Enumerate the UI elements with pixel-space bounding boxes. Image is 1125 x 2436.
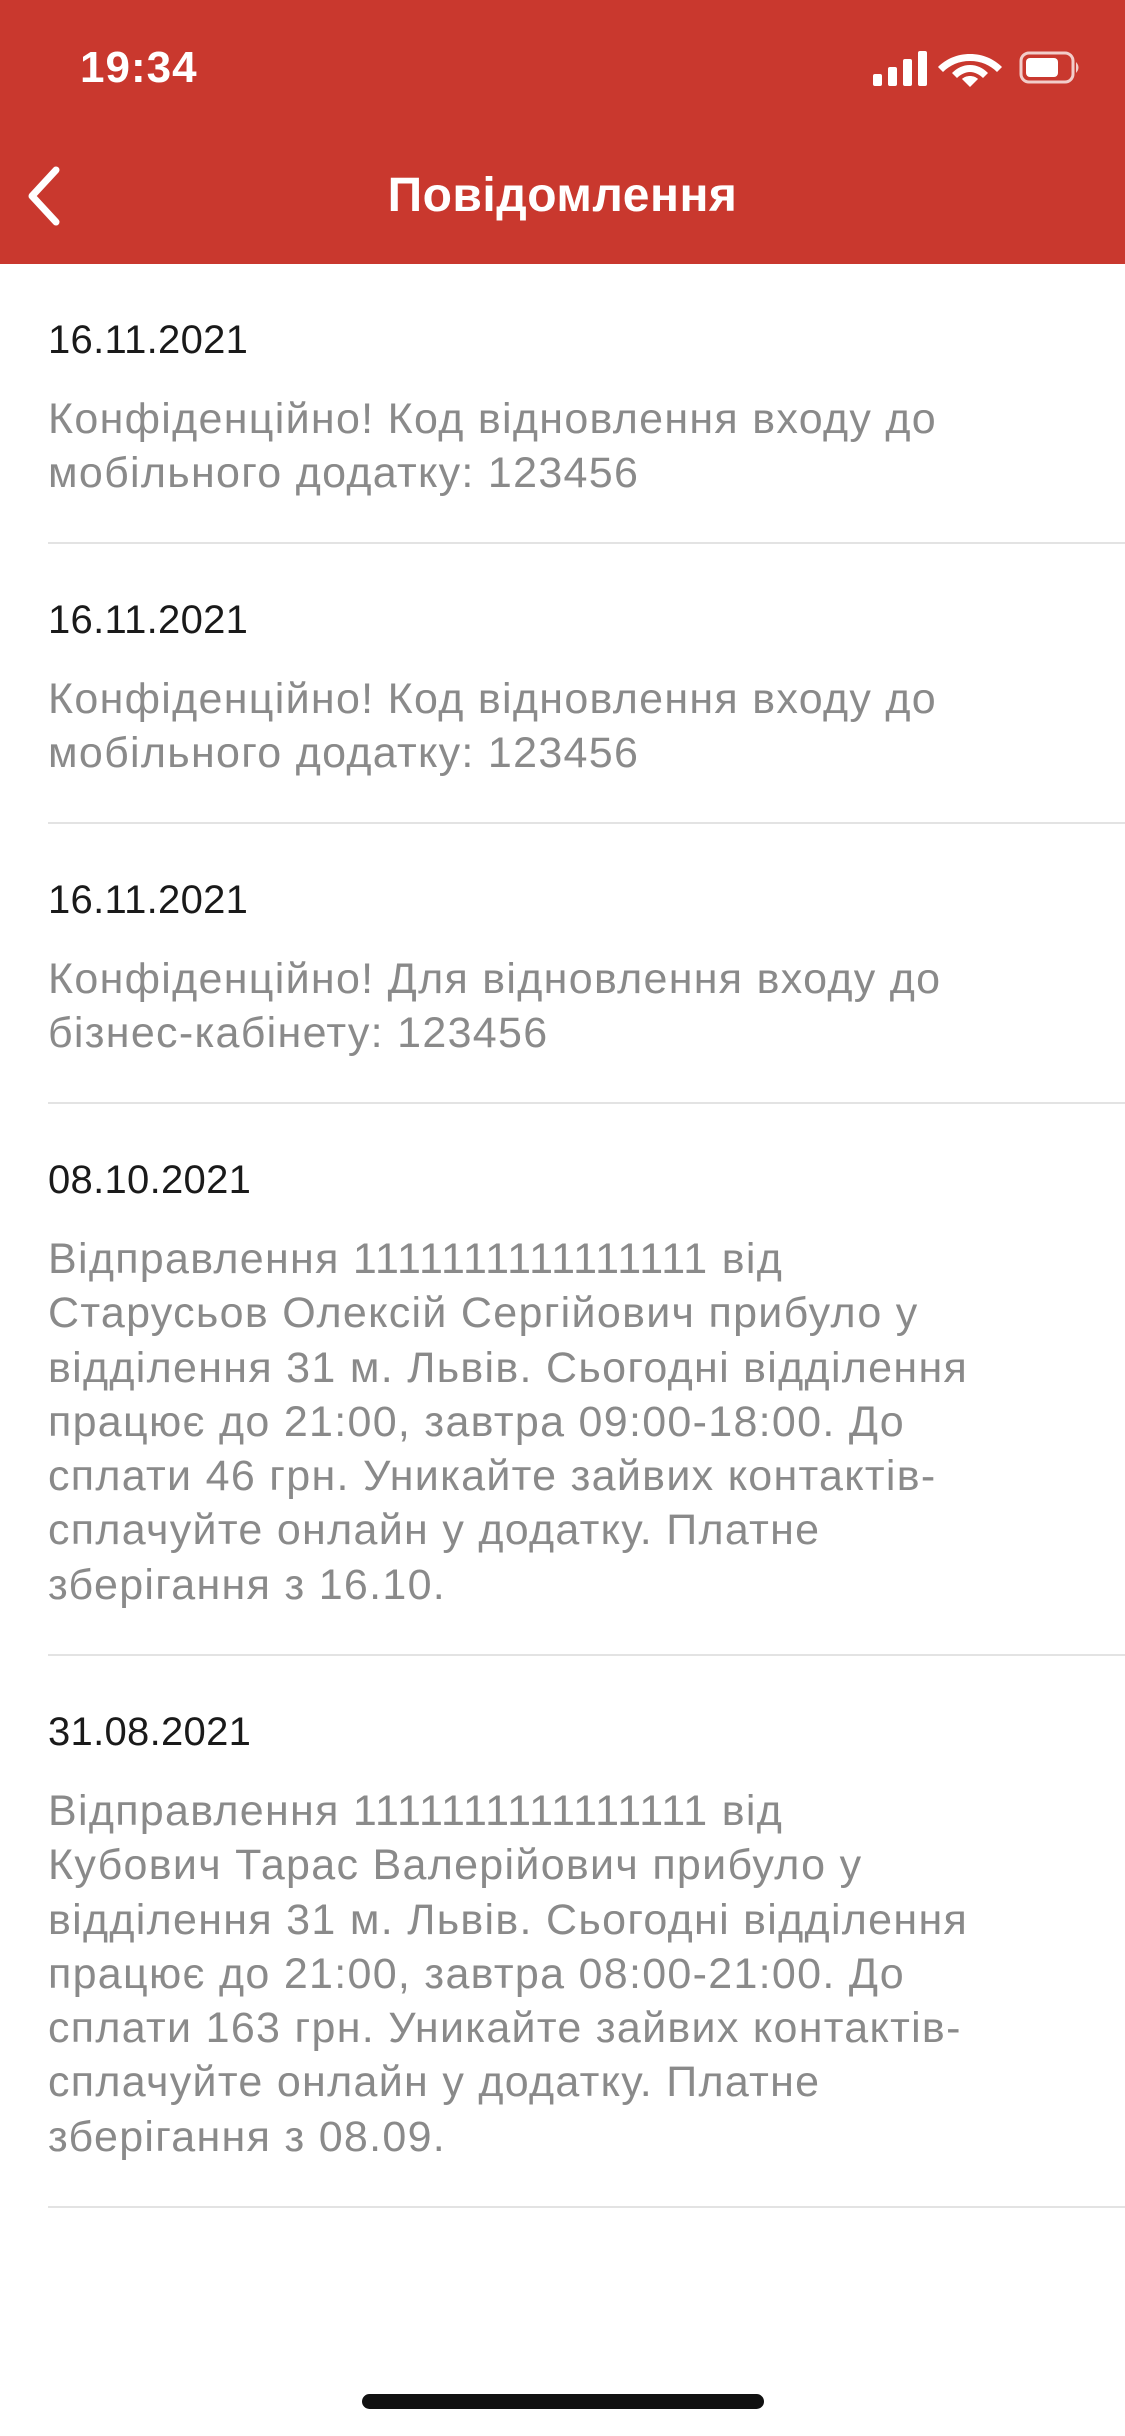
status-icons — [873, 51, 1079, 87]
list-item[interactable]: 08.10.2021 Відправлення 1111111111111111… — [48, 1104, 1125, 1656]
message-text: Конфіденційно! Код відновлення входу до … — [48, 395, 938, 498]
message-date: 31.08.2021 — [48, 1710, 252, 1754]
list-item[interactable]: 16.11.2021 Конфіденційно! Код відновленн… — [48, 544, 1125, 824]
app-header: 19:34 Повідомлення — [0, 0, 1125, 264]
message-text: Відправлення 1111111111111111 від Старус… — [48, 1235, 969, 1609]
message-date: 16.11.2021 — [48, 598, 249, 642]
battery-icon — [1019, 51, 1079, 84]
messages-list: 16.11.2021 Конфіденційно! Код відновленн… — [0, 264, 1125, 2208]
cellular-signal-icon — [873, 51, 927, 86]
wifi-icon — [938, 54, 1002, 87]
list-item[interactable]: 16.11.2021 Конфіденційно! Код відновленн… — [48, 264, 1125, 544]
message-date: 08.10.2021 — [48, 1158, 252, 1202]
status-time: 19:34 — [80, 43, 198, 92]
message-date: 16.11.2021 — [48, 318, 249, 362]
list-item[interactable]: 16.11.2021 Конфіденційно! Для відновленн… — [48, 824, 1125, 1104]
message-text: Відправлення 1111111111111111 від Кубови… — [48, 1787, 969, 2161]
list-item[interactable]: 31.08.2021 Відправлення 1111111111111111… — [48, 1656, 1125, 2208]
home-indicator[interactable] — [362, 2394, 764, 2409]
message-text: Конфіденційно! Код відновлення входу до … — [48, 675, 938, 778]
message-text: Конфіденційно! Для відновлення входу до … — [48, 955, 942, 1058]
page-title: Повідомлення — [387, 169, 738, 222]
message-date: 16.11.2021 — [48, 878, 249, 922]
